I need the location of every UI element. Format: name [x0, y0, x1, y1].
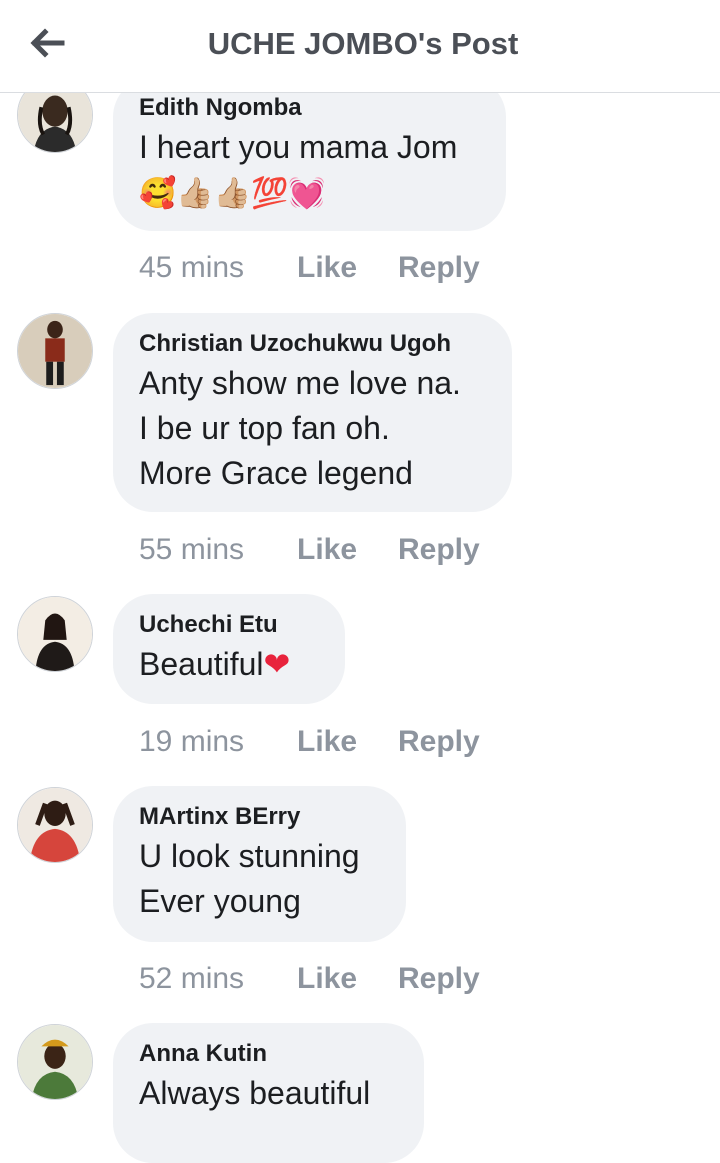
comment-text: U look stunning: [139, 838, 360, 874]
like-button[interactable]: Like: [297, 533, 398, 567]
like-button[interactable]: Like: [297, 251, 398, 285]
comment-text: Beautiful: [139, 646, 264, 682]
comment-bubble: Christian Uzochukwu Ugoh Anty show me lo…: [113, 313, 512, 512]
comment-text: More Grace legend: [139, 455, 413, 491]
comment-author[interactable]: Edith Ngomba: [139, 93, 480, 123]
comment-meta: 19 mins Like Reply: [139, 722, 480, 762]
comment-meta: 55 mins Like Reply: [139, 530, 480, 570]
reply-button[interactable]: Reply: [398, 962, 480, 996]
top-bar: UCHE JOMBO's Post: [0, 0, 720, 93]
emoji-reactions: 🥰👍🏼👍🏼💯💓: [139, 176, 326, 211]
like-button[interactable]: Like: [297, 962, 398, 996]
comment-author[interactable]: Uchechi Etu: [139, 610, 319, 640]
like-button[interactable]: Like: [297, 725, 398, 759]
comment-text: Ever young: [139, 883, 301, 919]
avatar[interactable]: [17, 313, 93, 389]
comment-text-row: Beautiful❤: [139, 642, 319, 687]
comment-meta: 45 mins Like Reply: [139, 248, 480, 288]
page-title: UCHE JOMBO's Post: [207, 26, 519, 61]
heart-icon: ❤: [263, 646, 291, 682]
comment-bubble: MArtinx BErry U look stunning Ever young: [113, 786, 406, 942]
comment-text: Always beautiful: [139, 1075, 371, 1111]
comment-text: I heart you mama Jom: [139, 129, 458, 165]
comment-author[interactable]: MArtinx BErry: [139, 802, 380, 832]
comment-timestamp: 19 mins: [139, 725, 245, 758]
comment-timestamp: 55 mins: [139, 533, 245, 566]
comment-bubble: Anna Kutin Always beautiful: [113, 1023, 424, 1163]
avatar[interactable]: [17, 787, 93, 863]
reply-button[interactable]: Reply: [398, 251, 480, 285]
comment-author[interactable]: Anna Kutin: [139, 1039, 398, 1069]
comment-list: Edith Ngomba I heart you mama Jom 🥰👍🏼👍🏼💯…: [0, 0, 720, 1163]
comment-bubble: Uchechi Etu Beautiful❤: [113, 594, 345, 704]
comment-timestamp: 45 mins: [139, 251, 245, 284]
reply-button[interactable]: Reply: [398, 533, 480, 567]
comment-bubble: Edith Ngomba I heart you mama Jom 🥰👍🏼👍🏼💯…: [113, 77, 506, 231]
comment-text: I be ur top fan oh.: [139, 410, 390, 446]
reply-button[interactable]: Reply: [398, 725, 480, 759]
comment-meta: 52 mins Like Reply: [139, 959, 480, 999]
avatar[interactable]: [17, 596, 93, 672]
comment-author[interactable]: Christian Uzochukwu Ugoh: [139, 329, 486, 359]
comment-text: Anty show me love na.: [139, 365, 461, 401]
comment-timestamp: 52 mins: [139, 962, 245, 995]
